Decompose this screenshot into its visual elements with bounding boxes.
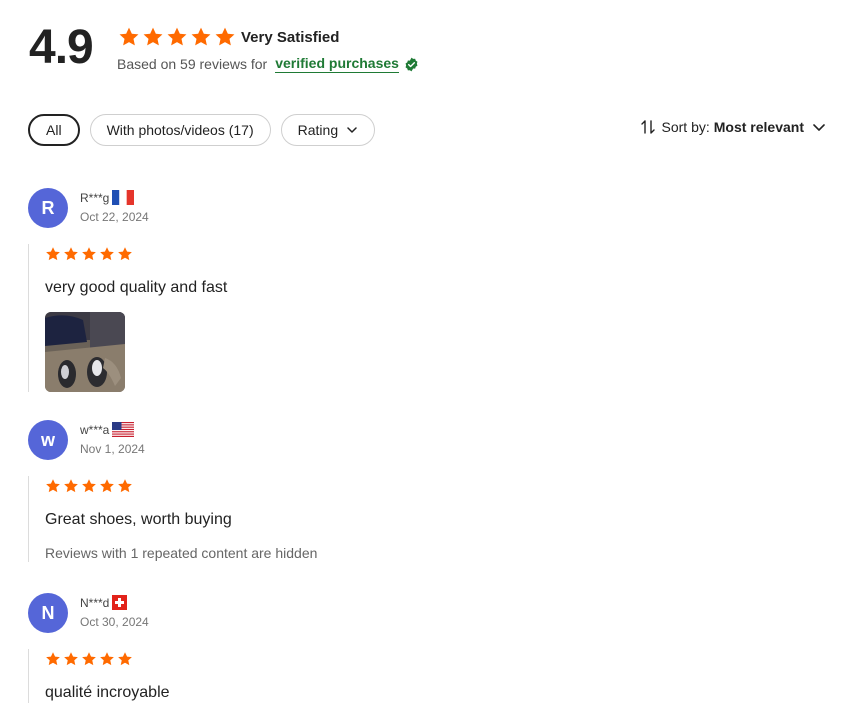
review-stars (45, 478, 808, 496)
summary-stars (118, 26, 236, 48)
star-icon (118, 247, 132, 261)
reviewer-name-text: w***a (80, 422, 110, 437)
star-icon (82, 247, 96, 261)
sort-label: Sort by: (661, 119, 710, 135)
star-icon (64, 247, 78, 261)
review-text: very good quality and fast (45, 279, 228, 296)
star-icon (191, 27, 211, 46)
review-count-line: Based on 59 reviews for verified purchas… (117, 55, 419, 73)
star-icon (119, 27, 139, 46)
sort-arrows-icon (640, 119, 656, 135)
star-icon (100, 652, 114, 666)
filter-rating-dropdown[interactable]: Rating (280, 114, 376, 146)
star-icon (82, 479, 96, 493)
review-stars (45, 246, 808, 264)
review-photo-thumbnail[interactable] (45, 312, 125, 392)
star-icon (82, 652, 96, 666)
verified-purchases-link[interactable]: verified purchases (275, 55, 399, 73)
hidden-reviews-note[interactable]: Reviews with 1 repeated content are hidd… (45, 544, 808, 562)
filter-all-button[interactable]: All (28, 114, 80, 146)
review-body: very good quality and fast (28, 244, 808, 392)
star-icon (100, 479, 114, 493)
review-text: qualité incroyable (45, 684, 170, 701)
usa-flag-icon (112, 422, 135, 437)
star-icon (64, 479, 78, 493)
star-icon (143, 27, 163, 46)
star-icon (167, 27, 187, 46)
star-icon (215, 27, 235, 46)
star-icon (100, 247, 114, 261)
verified-badge-icon (404, 57, 419, 72)
review-date: Oct 30, 2024 (80, 615, 149, 629)
review-body: qualité incroyable (28, 649, 808, 703)
reviewer-name: w***a (80, 422, 135, 437)
sort-value: Most relevant (713, 119, 804, 135)
chevron-down-icon (812, 120, 826, 134)
filter-rating-label: Rating (297, 122, 339, 138)
star-icon (46, 652, 60, 666)
reviewer-name-text: R***g (80, 190, 110, 205)
avatar: N (28, 593, 68, 633)
review-date: Nov 1, 2024 (80, 442, 145, 456)
switzerland-flag-icon (112, 595, 128, 610)
star-icon (46, 247, 60, 261)
france-flag-icon (112, 190, 135, 205)
average-score: 4.9 (29, 21, 94, 74)
star-icon (46, 479, 60, 493)
based-on-text: Based on 59 reviews for (117, 56, 268, 72)
avatar: w (28, 420, 68, 460)
chevron-down-icon (346, 124, 358, 136)
review-body: Great shoes, worth buying Reviews with 1… (28, 476, 808, 562)
reviewer-name: R***g (80, 190, 135, 205)
sort-dropdown[interactable]: Sort by: Most relevant (640, 119, 827, 135)
avatar: R (28, 188, 68, 228)
filter-photos-button[interactable]: With photos/videos (17) (89, 114, 271, 146)
star-icon (64, 652, 78, 666)
review-date: Oct 22, 2024 (80, 210, 149, 224)
satisfaction-label: Very Satisfied (241, 29, 340, 46)
review-text: Great shoes, worth buying (45, 511, 232, 528)
filter-bar: All With photos/videos (17) Rating (28, 114, 376, 146)
reviewer-name-text: N***d (80, 595, 110, 610)
review-stars (45, 651, 808, 669)
star-icon (118, 652, 132, 666)
reviewer-name: N***d (80, 595, 128, 610)
star-icon (118, 479, 132, 493)
